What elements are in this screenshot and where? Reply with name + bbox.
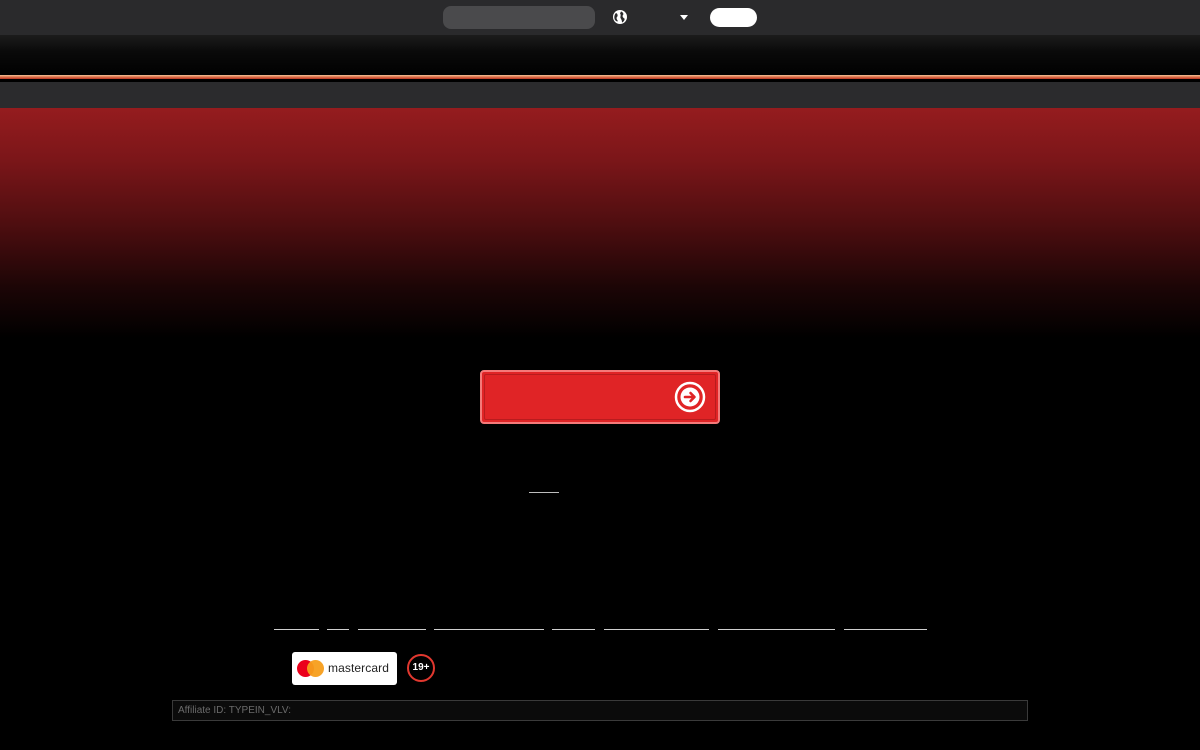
mastercard-badge: mastercard (292, 652, 397, 685)
search-input[interactable] (443, 6, 595, 29)
login-button[interactable] (710, 8, 757, 27)
top-bar (0, 0, 1200, 35)
arrow-right-circle-icon (674, 381, 706, 413)
footer-link[interactable] (604, 629, 709, 630)
footer-link[interactable] (552, 629, 595, 630)
age-restriction-badge: 19+ (407, 654, 435, 682)
footer-link[interactable] (358, 629, 426, 630)
footer-link[interactable] (718, 629, 835, 630)
mastercard-label: mastercard (328, 661, 390, 675)
secondary-link[interactable] (529, 492, 559, 493)
footer-link[interactable] (434, 629, 544, 630)
affiliate-id-text: Affiliate ID: TYPEIN_VLV: (178, 705, 292, 716)
header-band (0, 35, 1200, 77)
page: mastercard 19+ Affiliate ID: TYPEIN_VLV: (0, 0, 1200, 750)
footer-link[interactable] (274, 629, 319, 630)
cta-button[interactable] (480, 370, 720, 424)
mastercard-logo-icon-overlap (307, 660, 324, 677)
caret-down-icon[interactable] (680, 15, 688, 20)
hero-banner (0, 108, 1200, 338)
navigation-bar (0, 82, 1200, 108)
affiliate-id-box: Affiliate ID: TYPEIN_VLV: (172, 700, 1028, 721)
globe-icon[interactable] (612, 9, 628, 25)
footer-link[interactable] (327, 629, 349, 630)
footer-link[interactable] (844, 629, 927, 630)
